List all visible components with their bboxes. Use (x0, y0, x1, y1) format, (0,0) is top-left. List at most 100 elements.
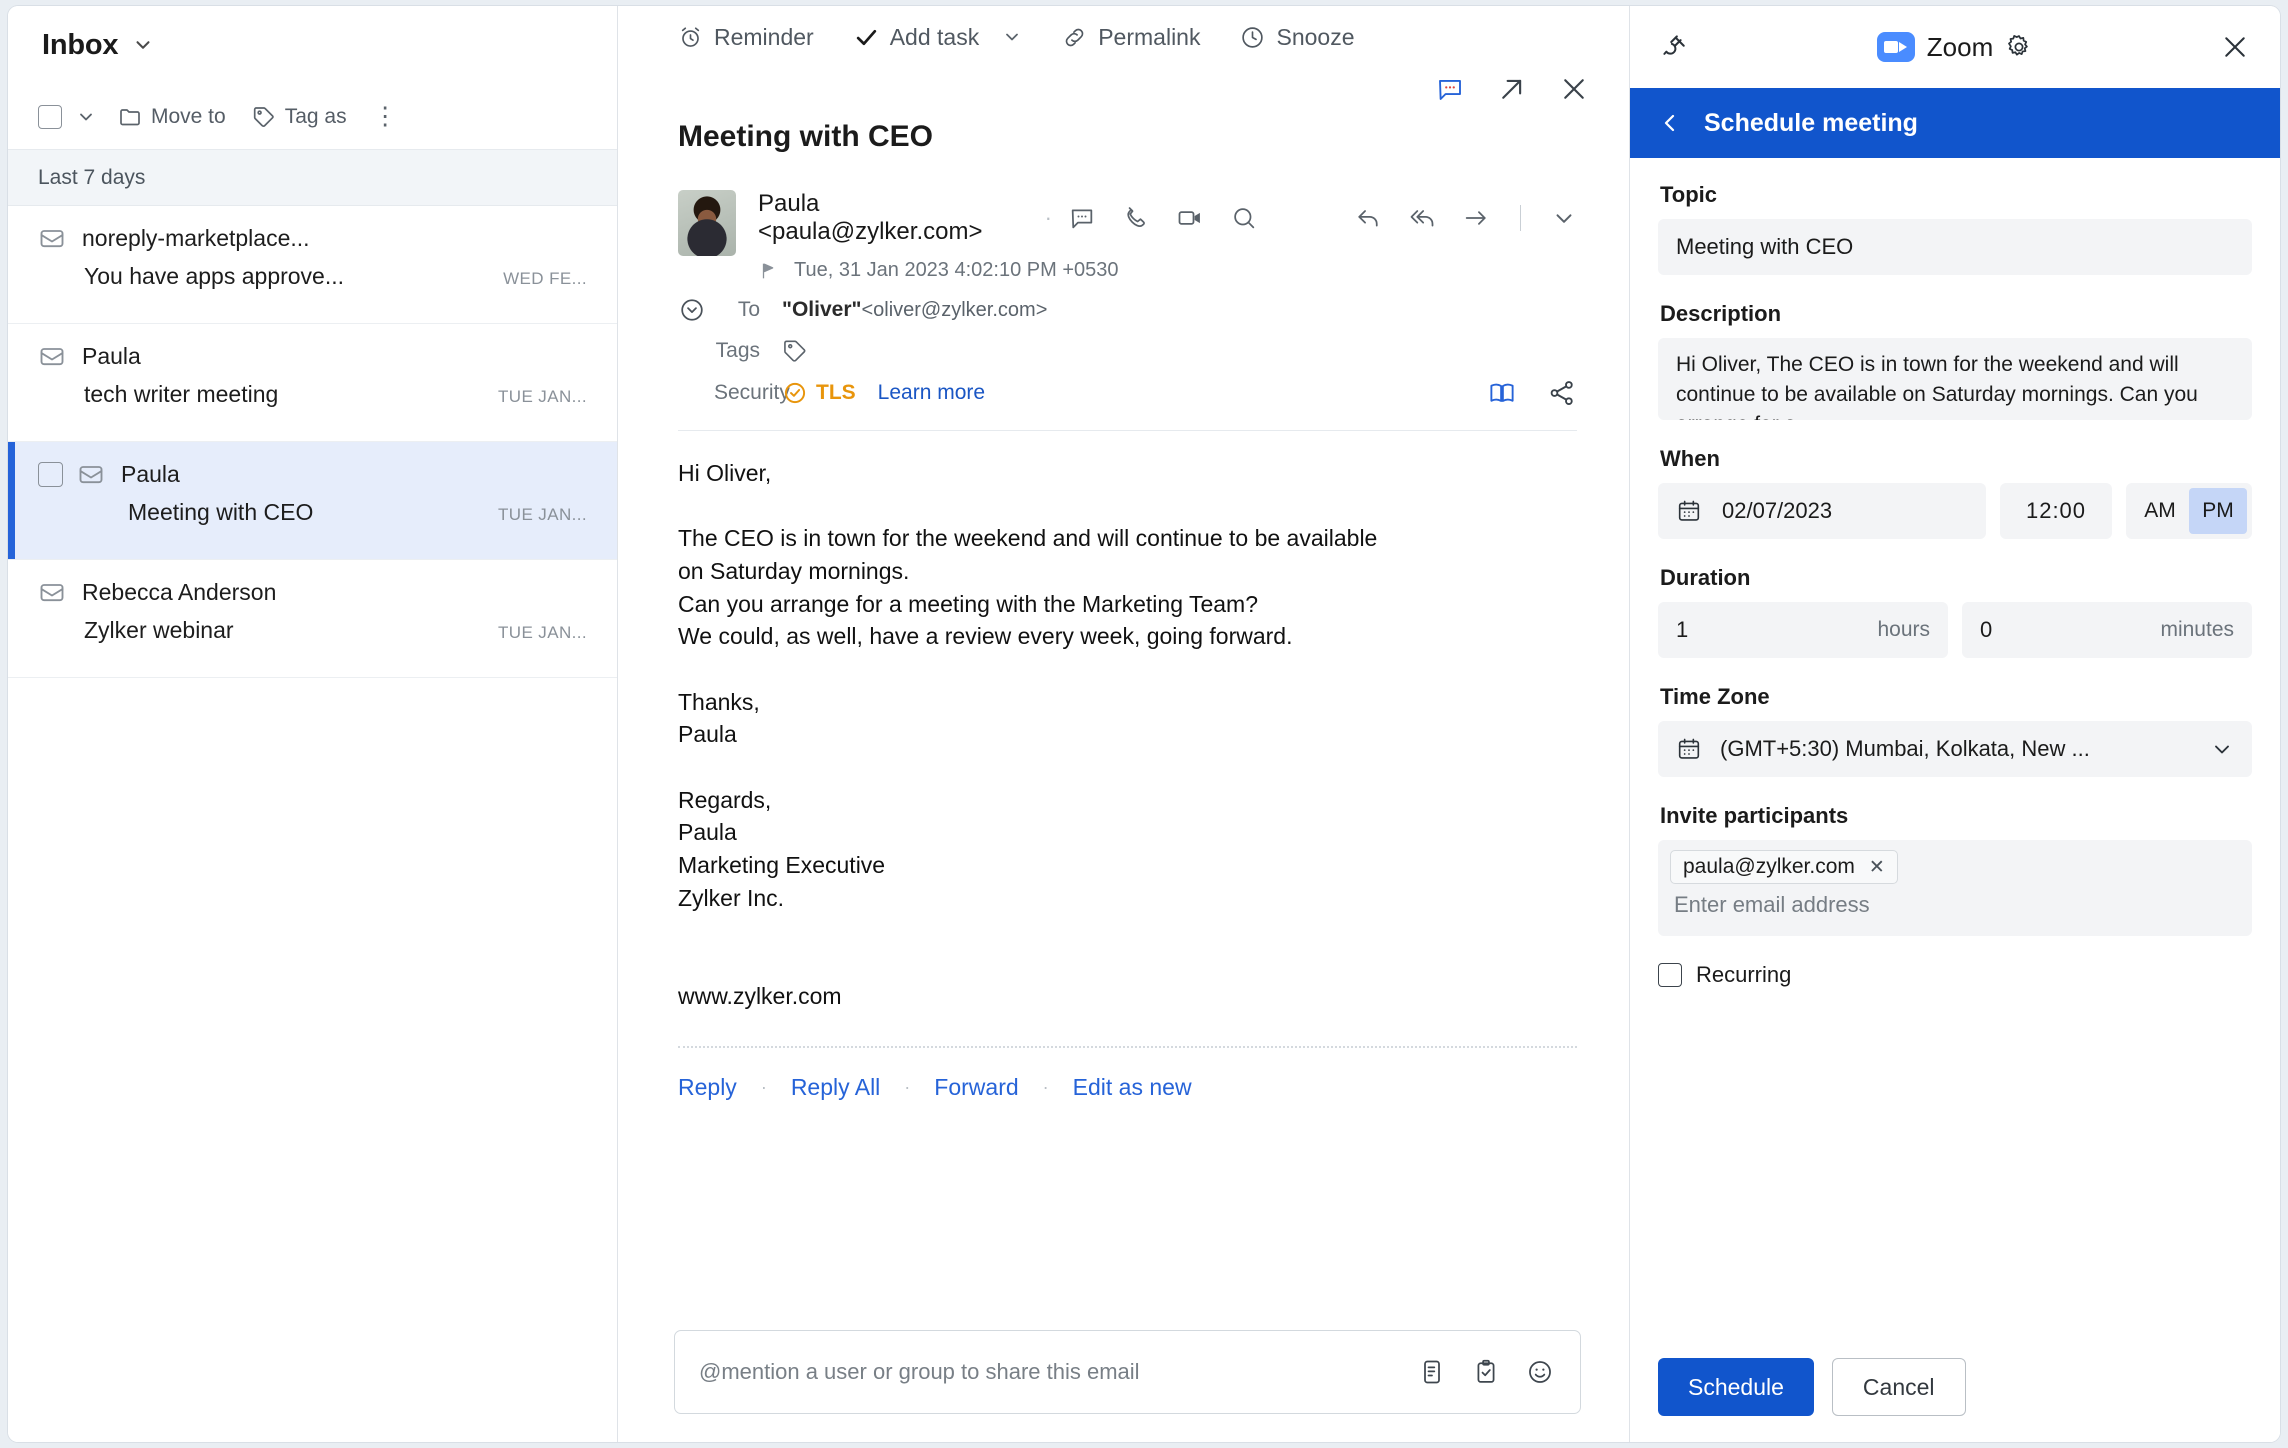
security-label: Security (714, 381, 760, 405)
emoji-icon[interactable] (1526, 1358, 1554, 1386)
time-input[interactable]: 12:00 (2000, 483, 2112, 539)
remove-participant-icon[interactable]: ✕ (1869, 856, 1885, 879)
learn-more-link[interactable]: Learn more (878, 381, 985, 405)
tag-as-button[interactable]: Tag as (252, 105, 347, 129)
mention-input-placeholder[interactable]: @mention a user or group to share this e… (699, 1359, 1418, 1385)
back-chevron-icon[interactable] (1658, 111, 1682, 135)
forward-link[interactable]: Forward (934, 1074, 1018, 1101)
page-title: Meeting with CEO (678, 120, 1577, 154)
duration-minutes-input[interactable]: 0 minutes (1962, 602, 2252, 658)
expand-details-icon[interactable] (678, 296, 710, 324)
envelope-icon (77, 460, 107, 488)
mail-row-top: Paula (38, 342, 587, 370)
table-row[interactable]: noreply-marketplace... You have apps app… (8, 206, 617, 324)
date-value: 02/07/2023 (1722, 498, 1832, 524)
table-row[interactable]: Rebecca Anderson Zylker webinar TUE JAN.… (8, 560, 617, 678)
mention-composer[interactable]: @mention a user or group to share this e… (674, 1330, 1581, 1414)
chat-icon[interactable] (1068, 204, 1096, 232)
duration-hours-input[interactable]: 1 hours (1658, 602, 1948, 658)
add-task-chevron-down-icon[interactable] (1002, 27, 1022, 47)
read-receipt-icon[interactable] (1487, 378, 1517, 408)
am-option[interactable]: AM (2131, 488, 2189, 534)
participant-chip: paula@zylker.com ✕ (1670, 850, 1898, 884)
recurring-checkbox-row[interactable]: Recurring (1658, 962, 2252, 988)
description-input[interactable]: Hi Oliver, The CEO is in town for the we… (1658, 338, 2252, 420)
snooze-button[interactable]: Snooze (1240, 24, 1354, 51)
mail-subject: You have apps approve... (84, 263, 487, 290)
tag-icon[interactable] (782, 338, 808, 364)
mail-list-panel: Inbox Move to (8, 6, 618, 1442)
schedule-meeting-header: Schedule meeting (1630, 88, 2280, 158)
comment-icon[interactable] (1435, 74, 1465, 104)
tag-as-label: Tag as (285, 105, 347, 129)
search-icon[interactable] (1230, 204, 1258, 232)
schedule-footer: Schedule Cancel (1630, 1335, 2280, 1442)
plugin-icon[interactable] (1660, 32, 1690, 62)
share-icon[interactable] (1547, 378, 1577, 408)
reply-all-link[interactable]: Reply All (791, 1074, 880, 1101)
zoom-extension-panel: Zoom Schedule meeting Topic Mee (1630, 6, 2280, 1442)
email-body-text: Hi Oliver, The CEO is in town for the we… (678, 431, 1577, 1012)
reply-link[interactable]: Reply (678, 1074, 737, 1101)
add-task-button[interactable]: Add task (854, 24, 1023, 51)
table-row-selected[interactable]: Paula Meeting with CEO TUE JAN... (8, 442, 617, 560)
mail-date: WED FE... (487, 269, 587, 289)
phone-icon[interactable] (1122, 204, 1150, 232)
mail-subject: tech writer meeting (84, 381, 482, 408)
reminder-button[interactable]: Reminder (678, 24, 814, 51)
forward-icon[interactable] (1462, 204, 1490, 232)
permalink-button[interactable]: Permalink (1062, 24, 1200, 51)
gear-icon[interactable] (2005, 33, 2033, 61)
mail-list-toolbar: Move to Tag as ⋮ (8, 84, 617, 150)
folder-title[interactable]: Inbox (42, 29, 118, 62)
icon-divider (1520, 205, 1521, 231)
meridiem-toggle[interactable]: AM PM (2126, 483, 2252, 539)
edit-as-new-link[interactable]: Edit as new (1073, 1074, 1192, 1101)
to-value: "Oliver"<oliver@zylker.com> (782, 298, 1047, 322)
table-row[interactable]: Paula tech writer meeting TUE JAN... (8, 324, 617, 442)
zoom-panel-header: Zoom (1630, 6, 2280, 88)
separator-dot: · (761, 1077, 767, 1098)
select-all-checkbox[interactable] (38, 105, 62, 129)
mail-subject: Zylker webinar (84, 617, 482, 644)
open-in-new-window-icon[interactable] (1497, 74, 1527, 104)
zoom-title-group: Zoom (1690, 32, 2220, 63)
pm-option[interactable]: PM (2189, 488, 2247, 534)
avatar (678, 190, 736, 256)
sender-action-icons (1068, 204, 1577, 232)
date-input[interactable]: 02/07/2023 (1658, 483, 1986, 539)
invite-participants-input[interactable]: paula@zylker.com ✕ Enter email address (1658, 840, 2252, 936)
more-chevron-down-icon[interactable] (1551, 205, 1577, 231)
security-right-icons (1487, 378, 1577, 408)
close-panel-icon[interactable] (2220, 32, 2250, 62)
duration-label: Duration (1660, 565, 2252, 591)
note-icon[interactable] (1418, 1358, 1446, 1386)
select-all-dropdown-icon[interactable] (76, 107, 96, 127)
topic-input[interactable]: Meeting with CEO (1658, 219, 2252, 275)
sender-block: Paula <paula@zylker.com> · (678, 190, 1577, 282)
cancel-button[interactable]: Cancel (1832, 1358, 1966, 1416)
close-icon[interactable] (1559, 74, 1589, 104)
chevron-down-icon[interactable] (132, 34, 154, 56)
mail-row-checkbox[interactable] (38, 462, 63, 487)
more-options-icon[interactable]: ⋮ (373, 109, 393, 124)
participant-placeholder[interactable]: Enter email address (1670, 892, 1870, 918)
sender-top-row: Paula <paula@zylker.com> · (758, 190, 1577, 246)
reading-pane: Reminder Add task Permalink (618, 6, 1630, 1442)
when-label: When (1660, 446, 2252, 472)
folder-icon (118, 105, 142, 129)
mail-sender: Paula (121, 461, 180, 488)
move-to-button[interactable]: Move to (118, 105, 226, 129)
task-icon[interactable] (1472, 1358, 1500, 1386)
reply-icon[interactable] (1354, 204, 1382, 232)
timezone-select[interactable]: (GMT+5:30) Mumbai, Kolkata, New ... (1658, 721, 2252, 777)
reply-actions: Reply · Reply All · Forward · Edit as ne… (678, 1048, 1577, 1101)
duration-row: 1 hours 0 minutes (1658, 602, 2252, 658)
chevron-down-icon[interactable] (2210, 737, 2234, 761)
recurring-checkbox[interactable] (1658, 963, 1682, 987)
reply-all-icon[interactable] (1408, 204, 1436, 232)
video-call-icon[interactable] (1176, 204, 1204, 232)
schedule-button[interactable]: Schedule (1658, 1358, 1814, 1416)
topic-value: Meeting with CEO (1676, 234, 1853, 260)
schedule-meeting-title: Schedule meeting (1704, 109, 1918, 138)
